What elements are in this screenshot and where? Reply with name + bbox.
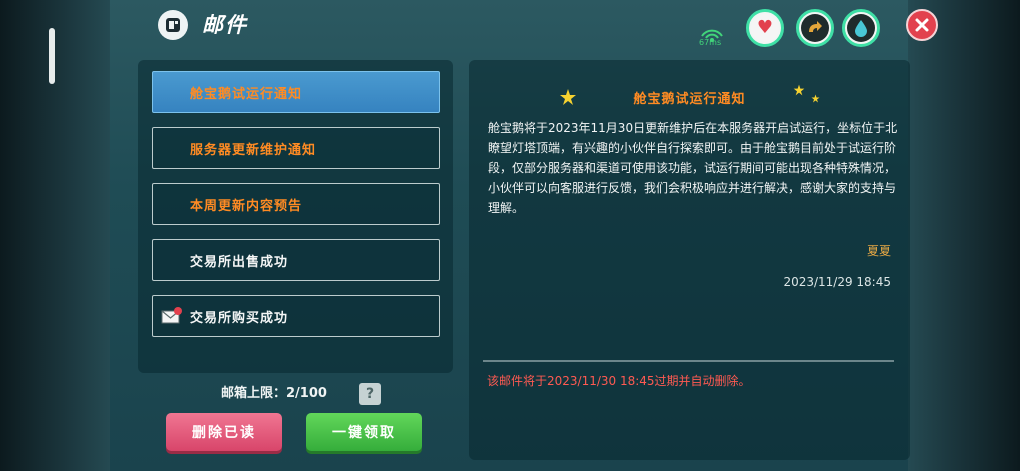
delete-read-button[interactable]: 删除已读 <box>166 413 282 451</box>
divider <box>483 360 894 362</box>
mail-app-icon <box>158 10 188 40</box>
mail-item-label: 交易所出售成功 <box>190 254 289 270</box>
mail-item-label: 本周更新内容预告 <box>190 198 303 214</box>
help-button[interactable]: ? <box>359 383 381 405</box>
stamina-icon <box>809 21 822 32</box>
mail-item-label: 舱宝鹅试运行通知 <box>190 86 303 102</box>
mailbox-limit: 邮箱上限：2/100 <box>221 382 327 401</box>
water-status[interactable] <box>842 9 880 47</box>
mail-detail-body: 舱宝鹅将于2023年11月30日更新维护后在本服务器开启试运行，坐标位于北瞭望灯… <box>488 121 898 215</box>
water-drop-icon <box>855 20 867 37</box>
mail-item-1[interactable]: 服务器更新维护通知 <box>152 127 440 169</box>
side-drag-handle[interactable] <box>49 28 55 84</box>
mail-signer: 夏夏 <box>866 244 891 258</box>
mail-detail-title: 舱宝鹅试运行通知 <box>633 92 746 107</box>
envelope-icon <box>161 307 182 324</box>
collect-all-button[interactable]: 一键领取 <box>306 413 422 451</box>
mail-item-3[interactable]: 交易所出售成功 <box>152 239 440 281</box>
stamina-status[interactable] <box>796 9 834 47</box>
mail-item-4[interactable]: 交易所购买成功 <box>152 295 440 337</box>
mail-item-0[interactable]: 舱宝鹅试运行通知 <box>152 71 440 113</box>
mail-item-label: 服务器更新维护通知 <box>190 142 317 158</box>
page-title: 邮件 <box>202 13 248 37</box>
ping-readout: 67ms <box>699 38 722 47</box>
game-screen: 邮件 67ms ♥ 舱宝鹅试运行通知 服务器更新维护通知 本周更新内容预告 交易… <box>0 0 1020 471</box>
mailbox-limit-value: 2/100 <box>286 386 327 401</box>
heart-status[interactable]: ♥ <box>746 9 784 47</box>
mail-detail-panel: 舱宝鹅试运行通知 舱宝鹅将于2023年11月30日更新维护后在本服务器开启试运行… <box>469 60 910 460</box>
mailbox-limit-label: 邮箱上限： <box>221 386 287 401</box>
expire-notice: 该邮件将于2023/11/30 18:45过期并自动删除。 <box>487 374 751 388</box>
mail-item-2[interactable]: 本周更新内容预告 <box>152 183 440 225</box>
mail-date: 2023/11/29 18:45 <box>783 275 891 289</box>
background-right <box>908 0 1020 471</box>
mail-item-label: 交易所购买成功 <box>190 310 289 326</box>
heart-icon: ♥ <box>756 17 774 38</box>
background-left <box>0 0 110 471</box>
close-button[interactable] <box>906 9 938 41</box>
mail-list-panel: 舱宝鹅试运行通知 服务器更新维护通知 本周更新内容预告 交易所出售成功 交易所购… <box>138 60 453 373</box>
close-icon <box>915 18 929 32</box>
